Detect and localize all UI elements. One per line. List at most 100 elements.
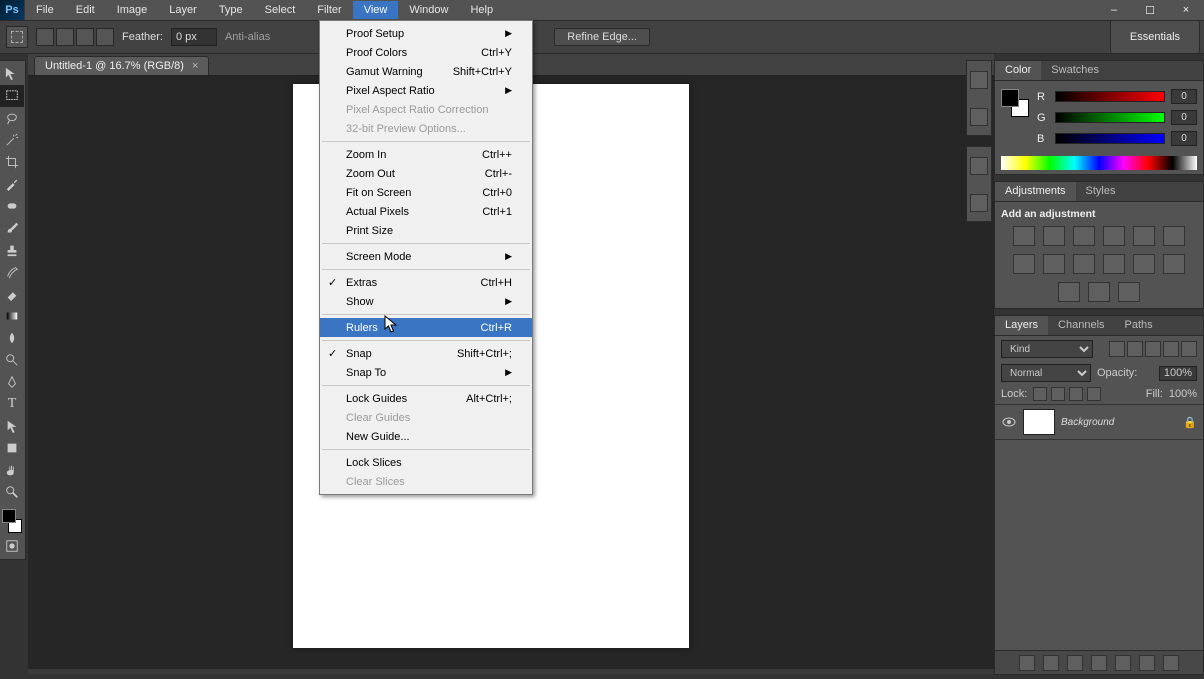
color-spectrum[interactable] [1001,156,1197,170]
b-value[interactable]: 0 [1171,131,1197,146]
stamp-tool-icon[interactable] [0,239,24,261]
foreground-background-swatch[interactable] [0,507,24,535]
collapsed-panel-group[interactable] [966,60,992,136]
tab-paths[interactable]: Paths [1115,316,1163,335]
marquee-tool-icon[interactable] [0,85,24,107]
brush-tool-icon[interactable] [0,217,24,239]
dodge-tool-icon[interactable] [0,349,24,371]
menu-item-zoom-out[interactable]: Zoom OutCtrl+- [320,164,532,183]
hue-icon[interactable] [1163,226,1185,246]
selection-new-icon[interactable] [36,28,54,46]
gradient-tool-icon[interactable] [0,305,24,327]
menu-item-snap-to[interactable]: Snap To▶ [320,363,532,382]
r-value[interactable]: 0 [1171,89,1197,104]
b-slider[interactable] [1055,133,1165,144]
r-slider[interactable] [1055,91,1165,102]
brightness-icon[interactable] [1013,226,1035,246]
feather-input[interactable] [171,28,217,46]
selectivecolor-icon[interactable] [1118,282,1140,302]
fill-value[interactable]: 100% [1169,388,1197,400]
tab-adjustments[interactable]: Adjustments [995,182,1076,201]
type-tool-icon[interactable]: T [0,393,24,415]
healing-tool-icon[interactable] [0,195,24,217]
mask-icon[interactable] [1067,655,1083,671]
lasso-tool-icon[interactable] [0,107,24,129]
link-icon[interactable] [1019,655,1035,671]
opacity-value[interactable]: 100% [1159,366,1197,381]
fx-icon[interactable] [1043,655,1059,671]
menu-file[interactable]: File [25,1,65,19]
menu-item-screen-mode[interactable]: Screen Mode▶ [320,247,532,266]
menu-item-proof-setup[interactable]: Proof Setup▶ [320,24,532,43]
close-button[interactable]: × [1168,0,1204,20]
minimize-button[interactable]: – [1096,0,1132,20]
tab-layers[interactable]: Layers [995,316,1048,335]
menu-item-gamut-warning[interactable]: Gamut WarningShift+Ctrl+Y [320,62,532,81]
layer-thumbnail[interactable] [1023,409,1055,435]
crop-tool-icon[interactable] [0,151,24,173]
gradientmap-icon[interactable] [1088,282,1110,302]
layer-kind-select[interactable]: Kind [1001,340,1093,358]
exposure-icon[interactable] [1103,226,1125,246]
group-icon[interactable] [1115,655,1131,671]
filter-shape-icon[interactable] [1163,341,1179,357]
menu-item-new-guide[interactable]: New Guide... [320,427,532,446]
wand-tool-icon[interactable] [0,129,24,151]
tool-preset-icon[interactable] [6,26,28,48]
tab-swatches[interactable]: Swatches [1041,61,1109,80]
filter-type-icon[interactable] [1145,341,1161,357]
collapsed-panel-group[interactable] [966,146,992,222]
tab-color[interactable]: Color [995,61,1041,80]
selection-intersect-icon[interactable] [96,28,114,46]
pen-tool-icon[interactable] [0,371,24,393]
adjustlayer-icon[interactable] [1091,655,1107,671]
invert-icon[interactable] [1133,254,1155,274]
refine-edge-button[interactable]: Refine Edge... [554,28,650,46]
filter-smart-icon[interactable] [1181,341,1197,357]
move-tool-icon[interactable] [0,63,24,85]
menu-select[interactable]: Select [254,1,307,19]
lock-paint-icon[interactable] [1051,387,1065,401]
path-select-tool-icon[interactable] [0,415,24,437]
selection-add-icon[interactable] [56,28,74,46]
shape-tool-icon[interactable] [0,437,24,459]
menu-item-pixel-aspect-ratio[interactable]: Pixel Aspect Ratio▶ [320,81,532,100]
filter-adjust-icon[interactable] [1127,341,1143,357]
document-tab[interactable]: Untitled-1 @ 16.7% (RGB/8) × [34,56,209,75]
menu-edit[interactable]: Edit [65,1,106,19]
layer-name[interactable]: Background [1061,417,1114,428]
menu-item-snap[interactable]: ✓SnapShift+Ctrl+; [320,344,532,363]
menu-item-show[interactable]: Show▶ [320,292,532,311]
color-fgbg-swatch[interactable] [1001,89,1029,117]
menu-help[interactable]: Help [459,1,504,19]
lock-all-icon[interactable] [1087,387,1101,401]
vibrance-icon[interactable] [1133,226,1155,246]
selection-subtract-icon[interactable] [76,28,94,46]
colorbalance-icon[interactable] [1013,254,1035,274]
maximize-button[interactable]: ☐ [1132,0,1168,20]
menu-item-actual-pixels[interactable]: Actual PixelsCtrl+1 [320,202,532,221]
g-value[interactable]: 0 [1171,110,1197,125]
menu-view[interactable]: View [353,1,399,19]
threshold-icon[interactable] [1058,282,1080,302]
newlayer-icon[interactable] [1139,655,1155,671]
posterize-icon[interactable] [1163,254,1185,274]
menu-type[interactable]: Type [208,1,254,19]
tab-channels[interactable]: Channels [1048,316,1114,335]
hand-tool-icon[interactable] [0,459,24,481]
g-slider[interactable] [1055,112,1165,123]
lock-trans-icon[interactable] [1033,387,1047,401]
curves-icon[interactable] [1073,226,1095,246]
zoom-tool-icon[interactable] [0,481,24,503]
eyedropper-tool-icon[interactable] [0,173,24,195]
menu-item-proof-colors[interactable]: Proof ColorsCtrl+Y [320,43,532,62]
blend-mode-select[interactable]: Normal [1001,364,1091,382]
history-brush-tool-icon[interactable] [0,261,24,283]
menu-image[interactable]: Image [106,1,159,19]
menu-item-zoom-in[interactable]: Zoom InCtrl++ [320,145,532,164]
menu-filter[interactable]: Filter [306,1,352,19]
menu-item-lock-slices[interactable]: Lock Slices [320,453,532,472]
eraser-tool-icon[interactable] [0,283,24,305]
menu-window[interactable]: Window [398,1,459,19]
photofilter-icon[interactable] [1073,254,1095,274]
